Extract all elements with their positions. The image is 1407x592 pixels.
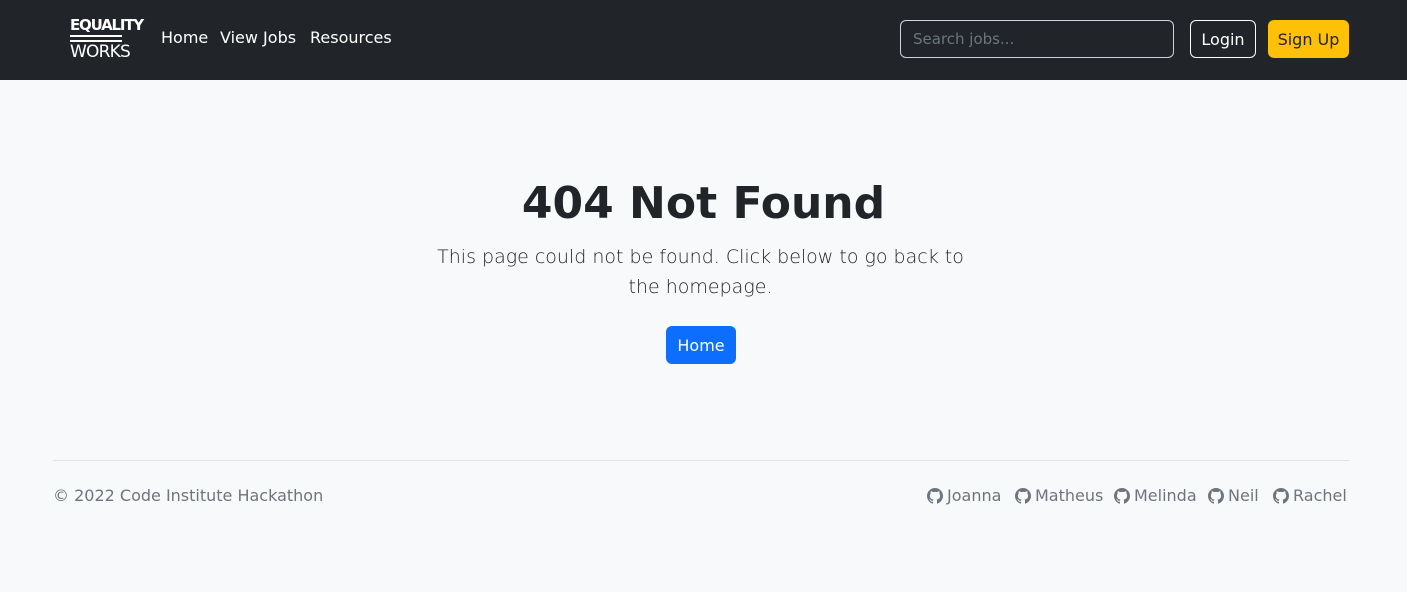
- navbar: EQUALITY WORKS Home View Jobs Resources …: [0, 0, 1407, 80]
- github-icon: [1208, 488, 1224, 504]
- github-icon: [1114, 488, 1130, 504]
- contributor-name: Melinda: [1134, 486, 1197, 505]
- login-button[interactable]: Login: [1190, 20, 1256, 58]
- home-button[interactable]: Home: [666, 326, 736, 364]
- contributor-name: Rachel: [1293, 486, 1347, 505]
- contributor-link-neil[interactable]: Neil: [1208, 486, 1259, 506]
- nav-link-resources[interactable]: Resources: [310, 28, 392, 48]
- contributor-link-joanna[interactable]: Joanna: [927, 486, 1001, 506]
- page-title: 404 Not Found: [521, 178, 886, 229]
- contributor-link-melinda[interactable]: Melinda: [1114, 486, 1197, 506]
- contributor-name: Joanna: [947, 486, 1002, 505]
- brand-logo-bars: [70, 35, 122, 42]
- error-message: This page could not be found. Click belo…: [437, 246, 964, 298]
- github-icon: [1273, 488, 1289, 504]
- nav-link-home[interactable]: Home: [161, 28, 208, 48]
- footer-copyright: © 2022 Code Institute Hackathon: [53, 486, 324, 505]
- nav-link-view-jobs[interactable]: View Jobs: [220, 28, 296, 48]
- brand-logo[interactable]: EQUALITY WORKS: [70, 16, 144, 62]
- footer-divider: [53, 460, 1349, 461]
- brand-logo-line1: EQUALITY: [70, 16, 144, 34]
- contributor-name: Matheus: [1035, 486, 1104, 505]
- brand-logo-line2: WORKS: [70, 42, 131, 62]
- github-icon: [927, 488, 943, 504]
- sign-up-button[interactable]: Sign Up: [1268, 20, 1349, 58]
- github-icon: [1015, 488, 1031, 504]
- contributor-name: Neil: [1228, 486, 1259, 505]
- contributor-link-rachel[interactable]: Rachel: [1273, 486, 1347, 506]
- search-input[interactable]: [900, 20, 1174, 58]
- contributor-link-matheus[interactable]: Matheus: [1015, 486, 1103, 506]
